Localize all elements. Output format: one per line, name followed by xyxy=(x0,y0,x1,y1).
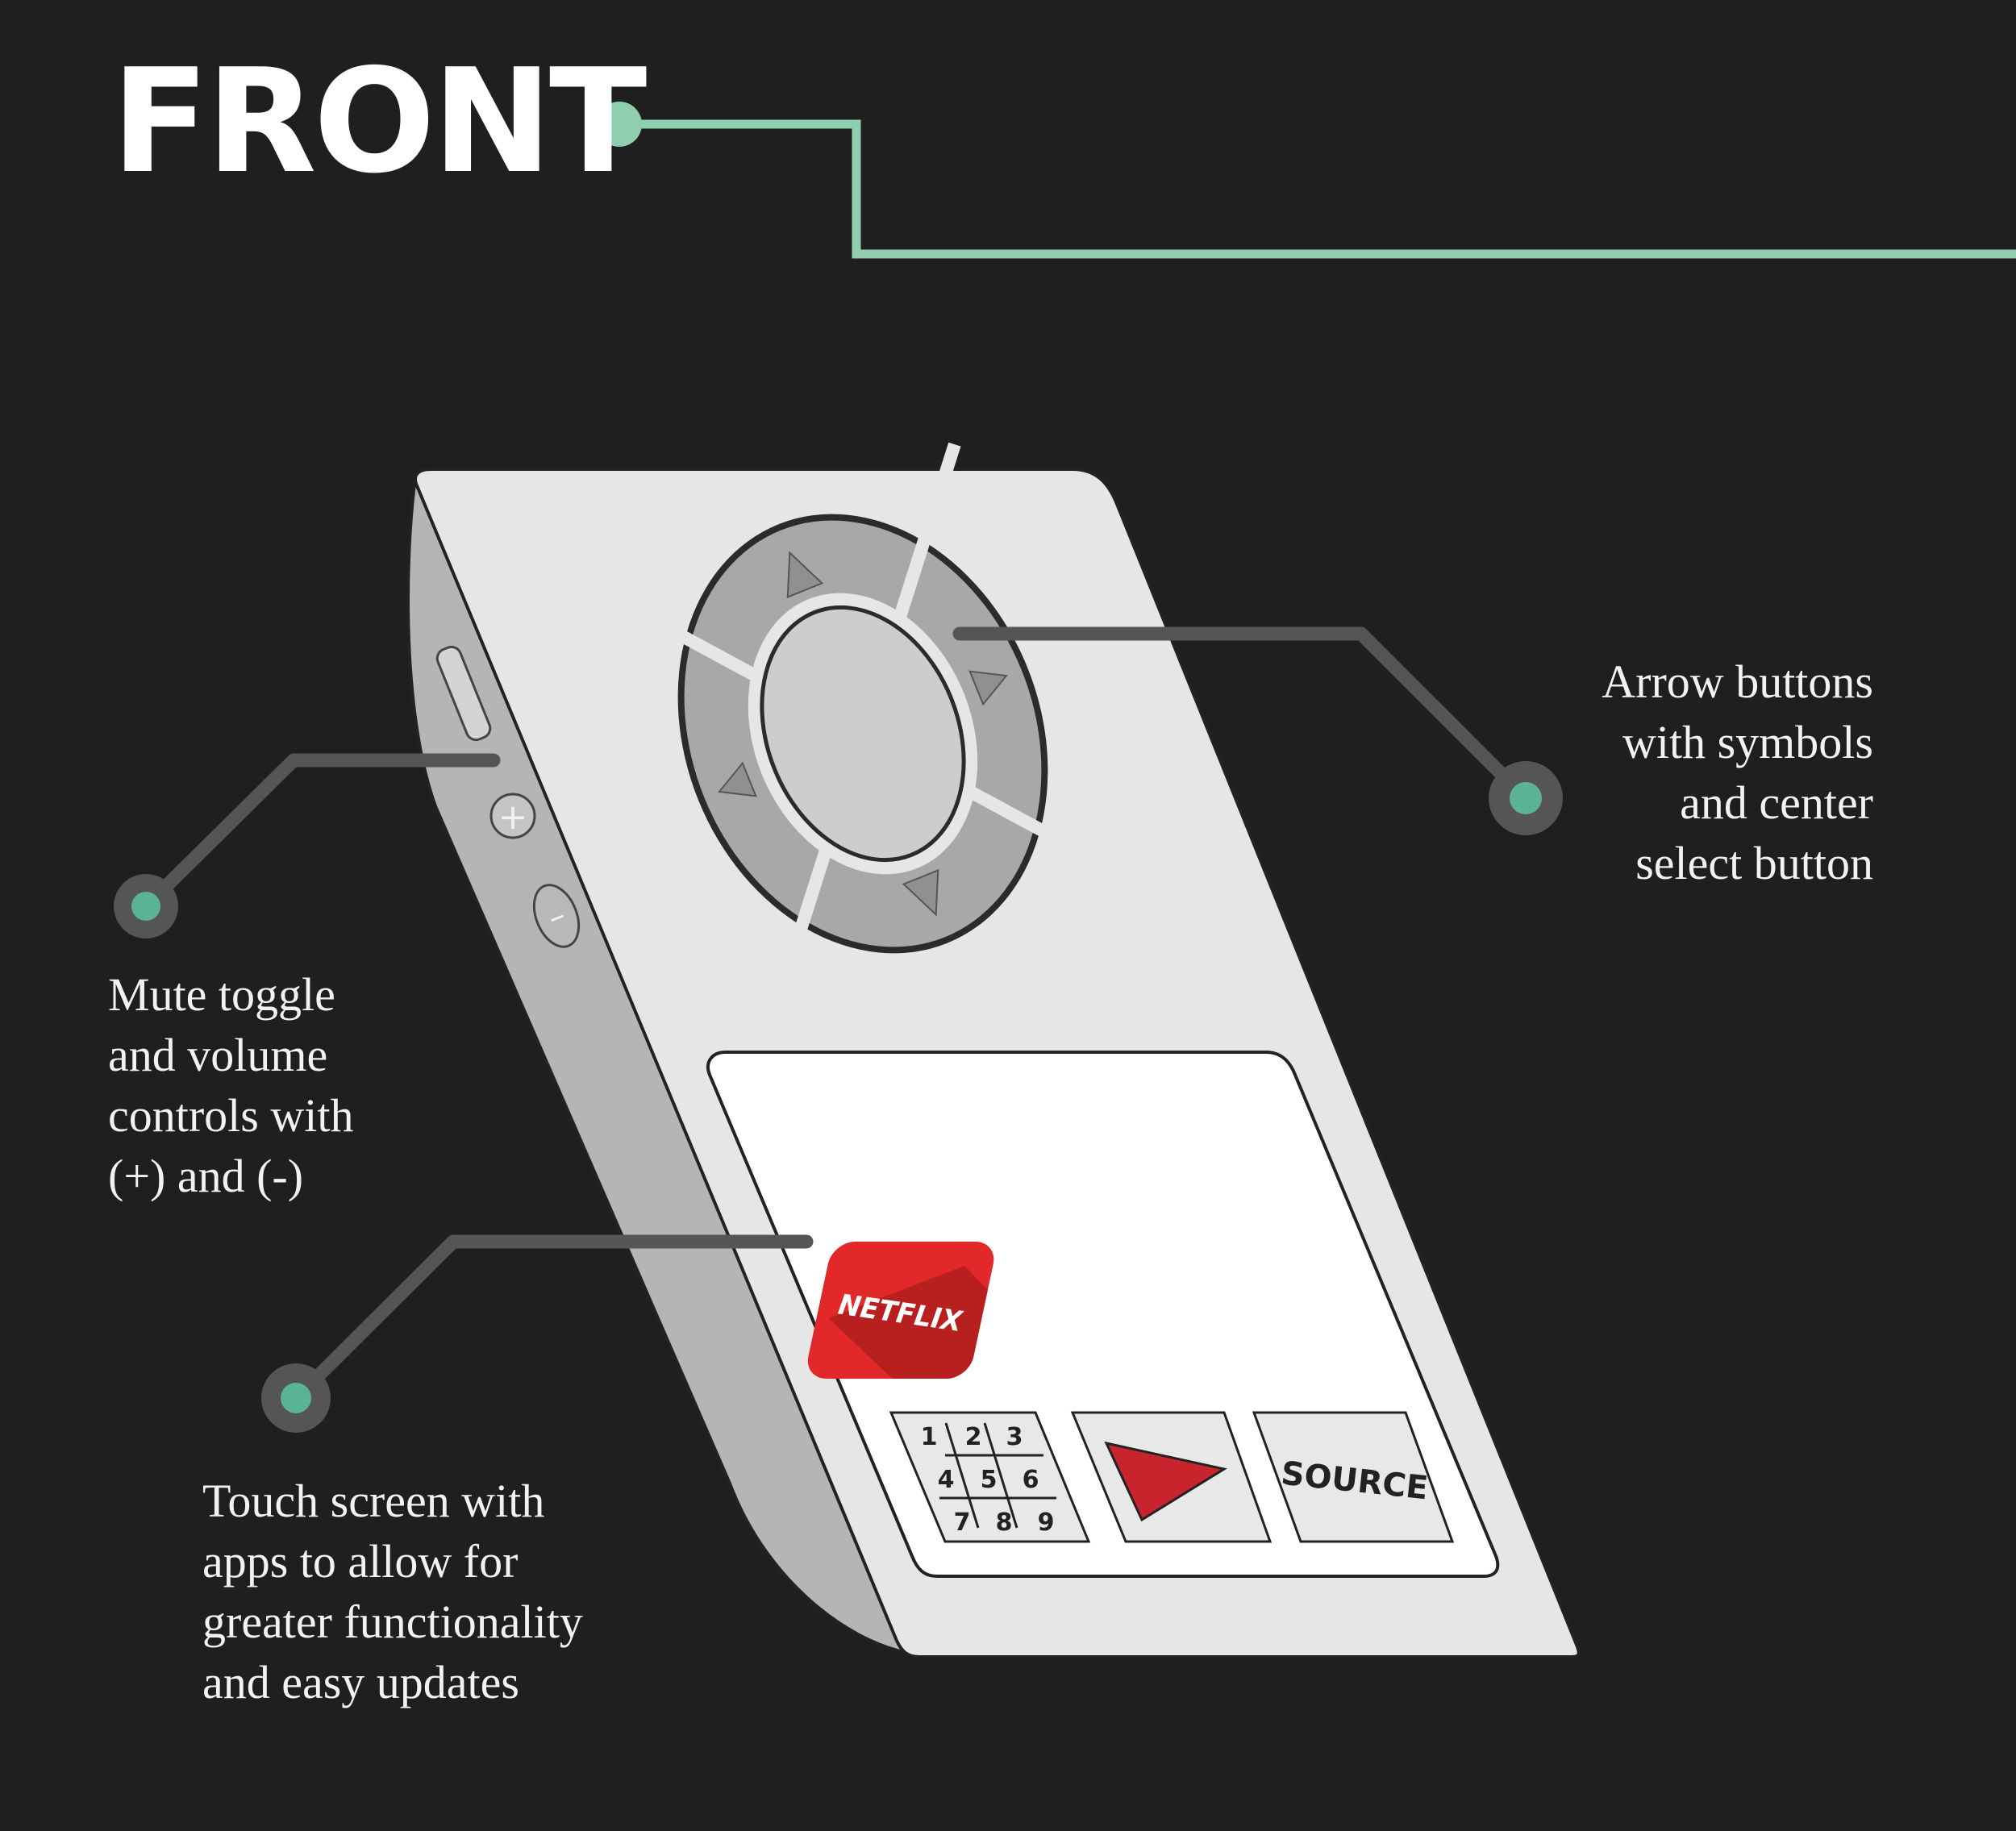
callout-line: controls with xyxy=(108,1089,354,1142)
keypad-digit: 9 xyxy=(1038,1508,1055,1537)
keypad-digit: 8 xyxy=(996,1508,1013,1537)
callout-line: and easy updates xyxy=(202,1656,519,1708)
keypad-digit: 7 xyxy=(954,1508,971,1537)
callout-line: select button xyxy=(1635,837,1873,889)
callout-line: and volume xyxy=(108,1029,328,1081)
arrows-callout-text: Arrow buttons with symbols and center se… xyxy=(1602,651,1873,893)
keypad-digit: 5 xyxy=(981,1466,998,1494)
title-accent-line xyxy=(597,102,2016,259)
netflix-app[interactable]: NETFLIX xyxy=(804,1242,998,1379)
callout-line: Arrow buttons xyxy=(1602,655,1873,708)
callout-line: Touch screen with xyxy=(202,1475,545,1527)
keypad-digit: 3 xyxy=(1006,1423,1023,1451)
touch-callout-text: Touch screen with apps to allow for grea… xyxy=(202,1471,583,1712)
callout-line: greater functionality xyxy=(202,1596,583,1648)
callout-line: and center xyxy=(1680,776,1873,829)
callout-line: apps to allow for xyxy=(202,1535,519,1588)
callout-line: (+) and (-) xyxy=(108,1150,304,1202)
keypad-digit: 1 xyxy=(921,1423,938,1451)
keypad-digit: 4 xyxy=(938,1466,955,1494)
remote-illustration: + – NETFLIX 1 2 3 4 5 6 7 8 9 SOURCE xyxy=(406,442,1581,1659)
callout-line: Mute toggle xyxy=(108,968,335,1021)
volume-callout-text: Mute toggle and volume controls with (+)… xyxy=(108,964,353,1206)
page-title: FRONT xyxy=(111,38,647,205)
volume-up-symbol: + xyxy=(498,797,528,838)
volume-up-button[interactable]: + xyxy=(489,793,536,839)
callout-line: with symbols xyxy=(1622,716,1873,768)
keypad-digit: 2 xyxy=(965,1423,982,1451)
keypad-digit: 6 xyxy=(1023,1466,1039,1494)
